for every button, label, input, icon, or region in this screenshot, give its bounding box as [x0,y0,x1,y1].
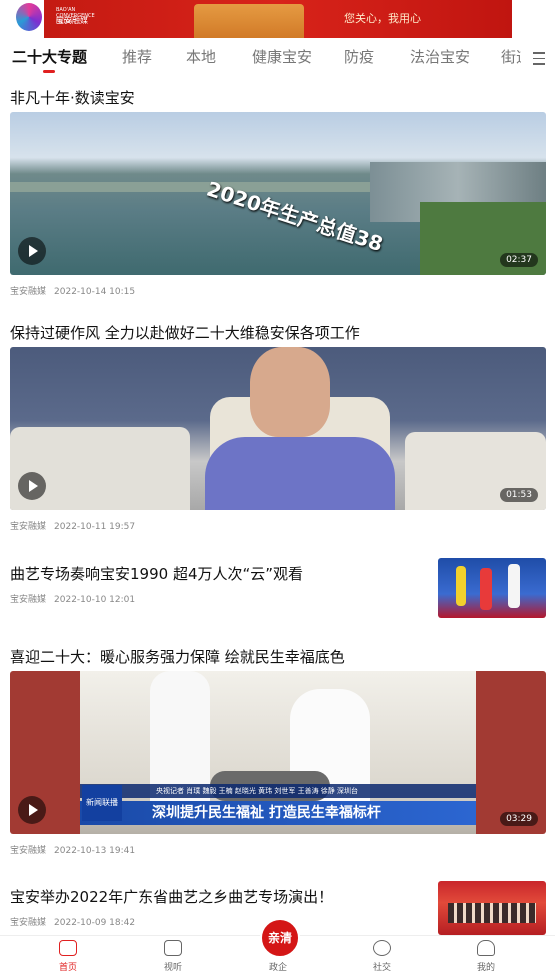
top-banner[interactable]: 您关心，我用心 BAO'AN CONVERGENCE MEDIA 宝安融媒 [0,0,555,38]
article-source: 宝安融媒 [10,522,47,532]
caption-credits: 央视记者 肖璞 魏毅 王楠 赵晓光 黄玮 刘世军 王善涛 徐静 深圳台 [80,784,476,798]
play-icon[interactable] [18,796,46,824]
banner-ad[interactable]: 您关心，我用心 [44,0,512,38]
tab-recommend[interactable]: 推荐 [122,46,152,67]
tv-logo: 新闻联播 [82,785,122,821]
article-title[interactable]: 曲艺专场奏响宝安1990 超4万人次“云”观看 [10,563,303,584]
article-thumbnail[interactable] [438,881,546,935]
speaker-head [250,347,330,437]
article-time: 2022-10-10 12:01 [54,595,136,605]
video-duration: 03:29 [500,812,538,826]
tiananmen-graphic [194,4,304,38]
nav-video[interactable]: 视听 [143,940,203,973]
nav-home[interactable]: 首页 [38,940,98,973]
caption-headline: 深圳提升民生福祉 打造民生幸福标杆 [80,801,476,825]
article-source: 宝安融媒 [10,287,47,297]
tab-epidemic[interactable]: 防疫 [344,46,374,67]
video-icon [164,940,182,956]
video-thumbnail[interactable]: 央视记者 肖璞 魏毅 王楠 赵晓光 黄玮 刘世军 王善涛 徐静 深圳台 深圳提升… [10,671,546,834]
video-duration: 02:37 [500,253,538,267]
tab-twentieth-congress[interactable]: 二十大专题 [12,46,87,67]
tab-law[interactable]: 法治宝安 [410,46,470,67]
nav-social[interactable]: 社交 [352,940,412,973]
performer [508,564,520,608]
nav-mine[interactable]: 我的 [456,940,516,973]
article-time: 2022-10-11 19:57 [54,522,136,532]
home-icon [59,940,77,956]
nav-social-label: 社交 [372,963,391,973]
article-meta: 宝安融媒 2022-10-13 19:41 [10,843,143,856]
center-nav-button[interactable]: 亲清 [260,918,300,958]
performer [456,566,466,606]
play-icon[interactable] [18,237,46,265]
video-duration: 01:53 [500,488,538,502]
article-meta: 宝安融媒 2022-10-09 18:42 [10,915,143,928]
article-source: 宝安融媒 [10,595,47,605]
nav-home-label: 首页 [58,963,77,973]
menu-icon[interactable] [533,52,545,69]
user-icon [477,940,495,956]
performers-group [448,903,536,923]
tab-street[interactable]: 街道 [501,46,521,67]
article-title[interactable]: 非凡十年·数读宝安 [10,87,135,108]
tab-health[interactable]: 健康宝安 [252,46,312,67]
logo-icon [16,3,42,31]
article-meta: 宝安融媒 2022-10-14 10:15 [10,284,143,297]
nav-video-label: 视听 [163,963,182,973]
nav-mine-label: 我的 [476,963,495,973]
performer [480,568,492,610]
logo-text: 宝安融媒 [56,16,88,25]
article-meta: 宝安融媒 2022-10-11 19:57 [10,519,143,532]
tab-local[interactable]: 本地 [186,46,216,67]
app-logo: BAO'AN CONVERGENCE MEDIA 宝安融媒 [10,3,95,33]
article-meta: 宝安融媒 2022-10-10 12:01 [10,592,143,605]
article-time: 2022-10-13 19:41 [54,846,136,856]
speaker-body [205,437,395,510]
channel-tabs: 二十大专题 推荐 本地 健康宝安 防疫 法治宝安 街道 [0,44,555,74]
video-thumbnail[interactable]: 2020年生产总值38 02:37 [10,112,546,275]
article-time: 2022-10-14 10:15 [54,287,136,297]
video-thumbnail[interactable]: 01:53 [10,347,546,510]
article-title[interactable]: 宝安举办2022年广东省曲艺之乡曲艺专场演出！ [10,886,333,907]
nav-center-label: 政企 [268,963,287,973]
article-time: 2022-10-09 18:42 [54,918,136,928]
article-thumbnail[interactable] [438,558,546,618]
active-tab-indicator [43,70,55,73]
chat-icon [373,940,391,956]
article-title[interactable]: 喜迎二十大：暖心服务强力保障 绘就民生幸福底色 [10,646,345,667]
article-title[interactable]: 保持过硬作风 全力以赴做好二十大维稳安保各项工作 [10,322,360,343]
article-source: 宝安融媒 [10,918,47,928]
play-icon[interactable] [18,472,46,500]
article-source: 宝安融媒 [10,846,47,856]
banner-slogan: 您关心，我用心 [344,12,421,25]
